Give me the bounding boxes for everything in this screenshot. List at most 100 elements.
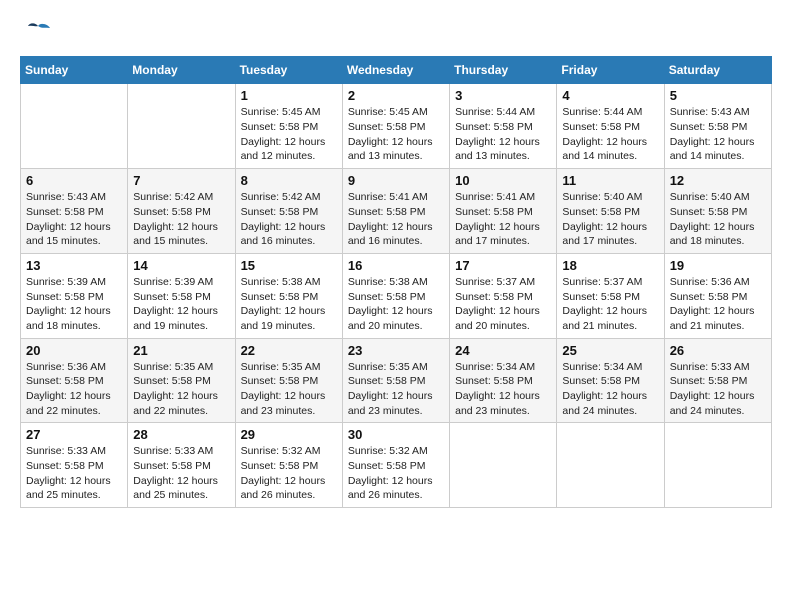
calendar-cell: 9 Sunrise: 5:41 AM Sunset: 5:58 PM Daylig… <box>342 169 449 254</box>
day-info: Sunrise: 5:38 AM Sunset: 5:58 PM Dayligh… <box>348 275 444 334</box>
day-info: Sunrise: 5:45 AM Sunset: 5:58 PM Dayligh… <box>348 105 444 164</box>
day-info: Sunrise: 5:44 AM Sunset: 5:58 PM Dayligh… <box>455 105 551 164</box>
day-info: Sunrise: 5:35 AM Sunset: 5:58 PM Dayligh… <box>133 360 229 419</box>
calendar-cell: 23Sunrise: 5:35 AM Sunset: 5:58 PM Dayli… <box>342 338 449 423</box>
day-info: Sunrise: 5:35 AM Sunset: 5:58 PM Dayligh… <box>241 360 337 419</box>
day-number: 8 <box>241 173 337 188</box>
day-info: Sunrise: 5:33 AM Sunset: 5:58 PM Dayligh… <box>670 360 766 419</box>
calendar-cell <box>664 423 771 508</box>
day-number: 16 <box>348 258 444 273</box>
day-number: 25 <box>562 343 658 358</box>
day-number: 24 <box>455 343 551 358</box>
calendar-cell: 11Sunrise: 5:40 AM Sunset: 5:58 PM Dayli… <box>557 169 664 254</box>
day-number: 4 <box>562 88 658 103</box>
logo-bird-icon <box>24 22 52 44</box>
day-info: Sunrise: 5:43 AM Sunset: 5:58 PM Dayligh… <box>26 190 122 249</box>
calendar-cell: 7Sunrise: 5:42 AM Sunset: 5:58 PM Daylig… <box>128 169 235 254</box>
day-number: 29 <box>241 427 337 442</box>
day-info: Sunrise: 5:33 AM Sunset: 5:58 PM Dayligh… <box>26 444 122 503</box>
calendar-week-5: 27Sunrise: 5:33 AM Sunset: 5:58 PM Dayli… <box>21 423 772 508</box>
calendar-cell: 25 Sunrise: 5:34 AM Sunset: 5:58 PM Dayli… <box>557 338 664 423</box>
calendar-cell: 30Sunrise: 5:32 AM Sunset: 5:58 PM Dayli… <box>342 423 449 508</box>
day-info: Sunrise: 5:35 AM Sunset: 5:58 PM Dayligh… <box>348 360 444 419</box>
day-info: Sunrise: 5:33 AM Sunset: 5:58 PM Dayligh… <box>133 444 229 503</box>
calendar-cell: 1 Sunrise: 5:45 AM Sunset: 5:58 PM Daylig… <box>235 84 342 169</box>
calendar-cell: 12 Sunrise: 5:40 AM Sunset: 5:58 PM Dayli… <box>664 169 771 254</box>
day-info: Sunrise: 5:36 AM Sunset: 5:58 PM Dayligh… <box>26 360 122 419</box>
calendar-cell: 29 Sunrise: 5:32 AM Sunset: 5:58 PM Dayli… <box>235 423 342 508</box>
day-info: Sunrise: 5:41 AM Sunset: 5:58 PM Dayligh… <box>455 190 551 249</box>
day-number: 2 <box>348 88 444 103</box>
calendar-cell: 14 Sunrise: 5:39 AM Sunset: 5:58 PM Dayli… <box>128 253 235 338</box>
day-info: Sunrise: 5:45 AM Sunset: 5:58 PM Dayligh… <box>241 105 337 164</box>
day-info: Sunrise: 5:32 AM Sunset: 5:58 PM Dayligh… <box>241 444 337 503</box>
page-header <box>20 20 772 46</box>
weekday-header-tuesday: Tuesday <box>235 57 342 84</box>
day-info: Sunrise: 5:34 AM Sunset: 5:58 PM Dayligh… <box>562 360 658 419</box>
day-info: Sunrise: 5:40 AM Sunset: 5:58 PM Dayligh… <box>670 190 766 249</box>
day-number: 26 <box>670 343 766 358</box>
day-number: 10 <box>455 173 551 188</box>
weekday-header-saturday: Saturday <box>664 57 771 84</box>
day-info: Sunrise: 5:44 AM Sunset: 5:58 PM Dayligh… <box>562 105 658 164</box>
weekday-header-friday: Friday <box>557 57 664 84</box>
day-info: Sunrise: 5:41 AM Sunset: 5:58 PM Dayligh… <box>348 190 444 249</box>
day-number: 20 <box>26 343 122 358</box>
day-number: 12 <box>670 173 766 188</box>
day-info: Sunrise: 5:38 AM Sunset: 5:58 PM Dayligh… <box>241 275 337 334</box>
calendar-cell <box>450 423 557 508</box>
calendar-cell: 10 Sunrise: 5:41 AM Sunset: 5:58 PM Dayli… <box>450 169 557 254</box>
calendar-cell: 27Sunrise: 5:33 AM Sunset: 5:58 PM Dayli… <box>21 423 128 508</box>
day-info: Sunrise: 5:36 AM Sunset: 5:58 PM Dayligh… <box>670 275 766 334</box>
day-info: Sunrise: 5:39 AM Sunset: 5:58 PM Dayligh… <box>133 275 229 334</box>
weekday-header-wednesday: Wednesday <box>342 57 449 84</box>
day-number: 1 <box>241 88 337 103</box>
calendar-cell: 19 Sunrise: 5:36 AM Sunset: 5:58 PM Dayli… <box>664 253 771 338</box>
day-number: 30 <box>348 427 444 442</box>
calendar-cell: 18Sunrise: 5:37 AM Sunset: 5:58 PM Dayli… <box>557 253 664 338</box>
day-number: 7 <box>133 173 229 188</box>
calendar-cell: 8Sunrise: 5:42 AM Sunset: 5:58 PM Daylig… <box>235 169 342 254</box>
day-number: 19 <box>670 258 766 273</box>
calendar-week-2: 6 Sunrise: 5:43 AM Sunset: 5:58 PM Daylig… <box>21 169 772 254</box>
weekday-header-monday: Monday <box>128 57 235 84</box>
calendar-cell: 15 Sunrise: 5:38 AM Sunset: 5:58 PM Dayli… <box>235 253 342 338</box>
day-info: Sunrise: 5:37 AM Sunset: 5:58 PM Dayligh… <box>455 275 551 334</box>
day-number: 6 <box>26 173 122 188</box>
calendar-cell: 5Sunrise: 5:43 AM Sunset: 5:58 PM Daylig… <box>664 84 771 169</box>
calendar-cell: 26 Sunrise: 5:33 AM Sunset: 5:58 PM Dayli… <box>664 338 771 423</box>
calendar-week-1: 1 Sunrise: 5:45 AM Sunset: 5:58 PM Daylig… <box>21 84 772 169</box>
calendar-cell: 22 Sunrise: 5:35 AM Sunset: 5:58 PM Dayli… <box>235 338 342 423</box>
calendar-week-4: 20 Sunrise: 5:36 AM Sunset: 5:58 PM Dayli… <box>21 338 772 423</box>
day-number: 21 <box>133 343 229 358</box>
day-number: 13 <box>26 258 122 273</box>
calendar-cell: 20 Sunrise: 5:36 AM Sunset: 5:58 PM Dayli… <box>21 338 128 423</box>
calendar-cell: 21 Sunrise: 5:35 AM Sunset: 5:58 PM Dayli… <box>128 338 235 423</box>
day-number: 28 <box>133 427 229 442</box>
calendar-cell: 28 Sunrise: 5:33 AM Sunset: 5:58 PM Dayli… <box>128 423 235 508</box>
day-number: 9 <box>348 173 444 188</box>
day-number: 3 <box>455 88 551 103</box>
calendar-cell: 4 Sunrise: 5:44 AM Sunset: 5:58 PM Daylig… <box>557 84 664 169</box>
day-info: Sunrise: 5:39 AM Sunset: 5:58 PM Dayligh… <box>26 275 122 334</box>
day-info: Sunrise: 5:37 AM Sunset: 5:58 PM Dayligh… <box>562 275 658 334</box>
calendar-cell: 3 Sunrise: 5:44 AM Sunset: 5:58 PM Daylig… <box>450 84 557 169</box>
weekday-header-thursday: Thursday <box>450 57 557 84</box>
calendar-cell <box>128 84 235 169</box>
calendar-cell: 13 Sunrise: 5:39 AM Sunset: 5:58 PM Dayli… <box>21 253 128 338</box>
day-number: 15 <box>241 258 337 273</box>
calendar-cell <box>557 423 664 508</box>
day-info: Sunrise: 5:43 AM Sunset: 5:58 PM Dayligh… <box>670 105 766 164</box>
calendar-body: 1 Sunrise: 5:45 AM Sunset: 5:58 PM Daylig… <box>21 84 772 508</box>
logo <box>20 20 52 46</box>
calendar-table: SundayMondayTuesdayWednesdayThursdayFrid… <box>20 56 772 508</box>
weekday-header-sunday: Sunday <box>21 57 128 84</box>
day-number: 14 <box>133 258 229 273</box>
calendar-cell: 16 Sunrise: 5:38 AM Sunset: 5:58 PM Dayli… <box>342 253 449 338</box>
day-number: 22 <box>241 343 337 358</box>
calendar-cell: 6 Sunrise: 5:43 AM Sunset: 5:58 PM Daylig… <box>21 169 128 254</box>
calendar-cell: 24Sunrise: 5:34 AM Sunset: 5:58 PM Dayli… <box>450 338 557 423</box>
calendar-header-row: SundayMondayTuesdayWednesdayThursdayFrid… <box>21 57 772 84</box>
calendar-cell <box>21 84 128 169</box>
calendar-cell: 17Sunrise: 5:37 AM Sunset: 5:58 PM Dayli… <box>450 253 557 338</box>
